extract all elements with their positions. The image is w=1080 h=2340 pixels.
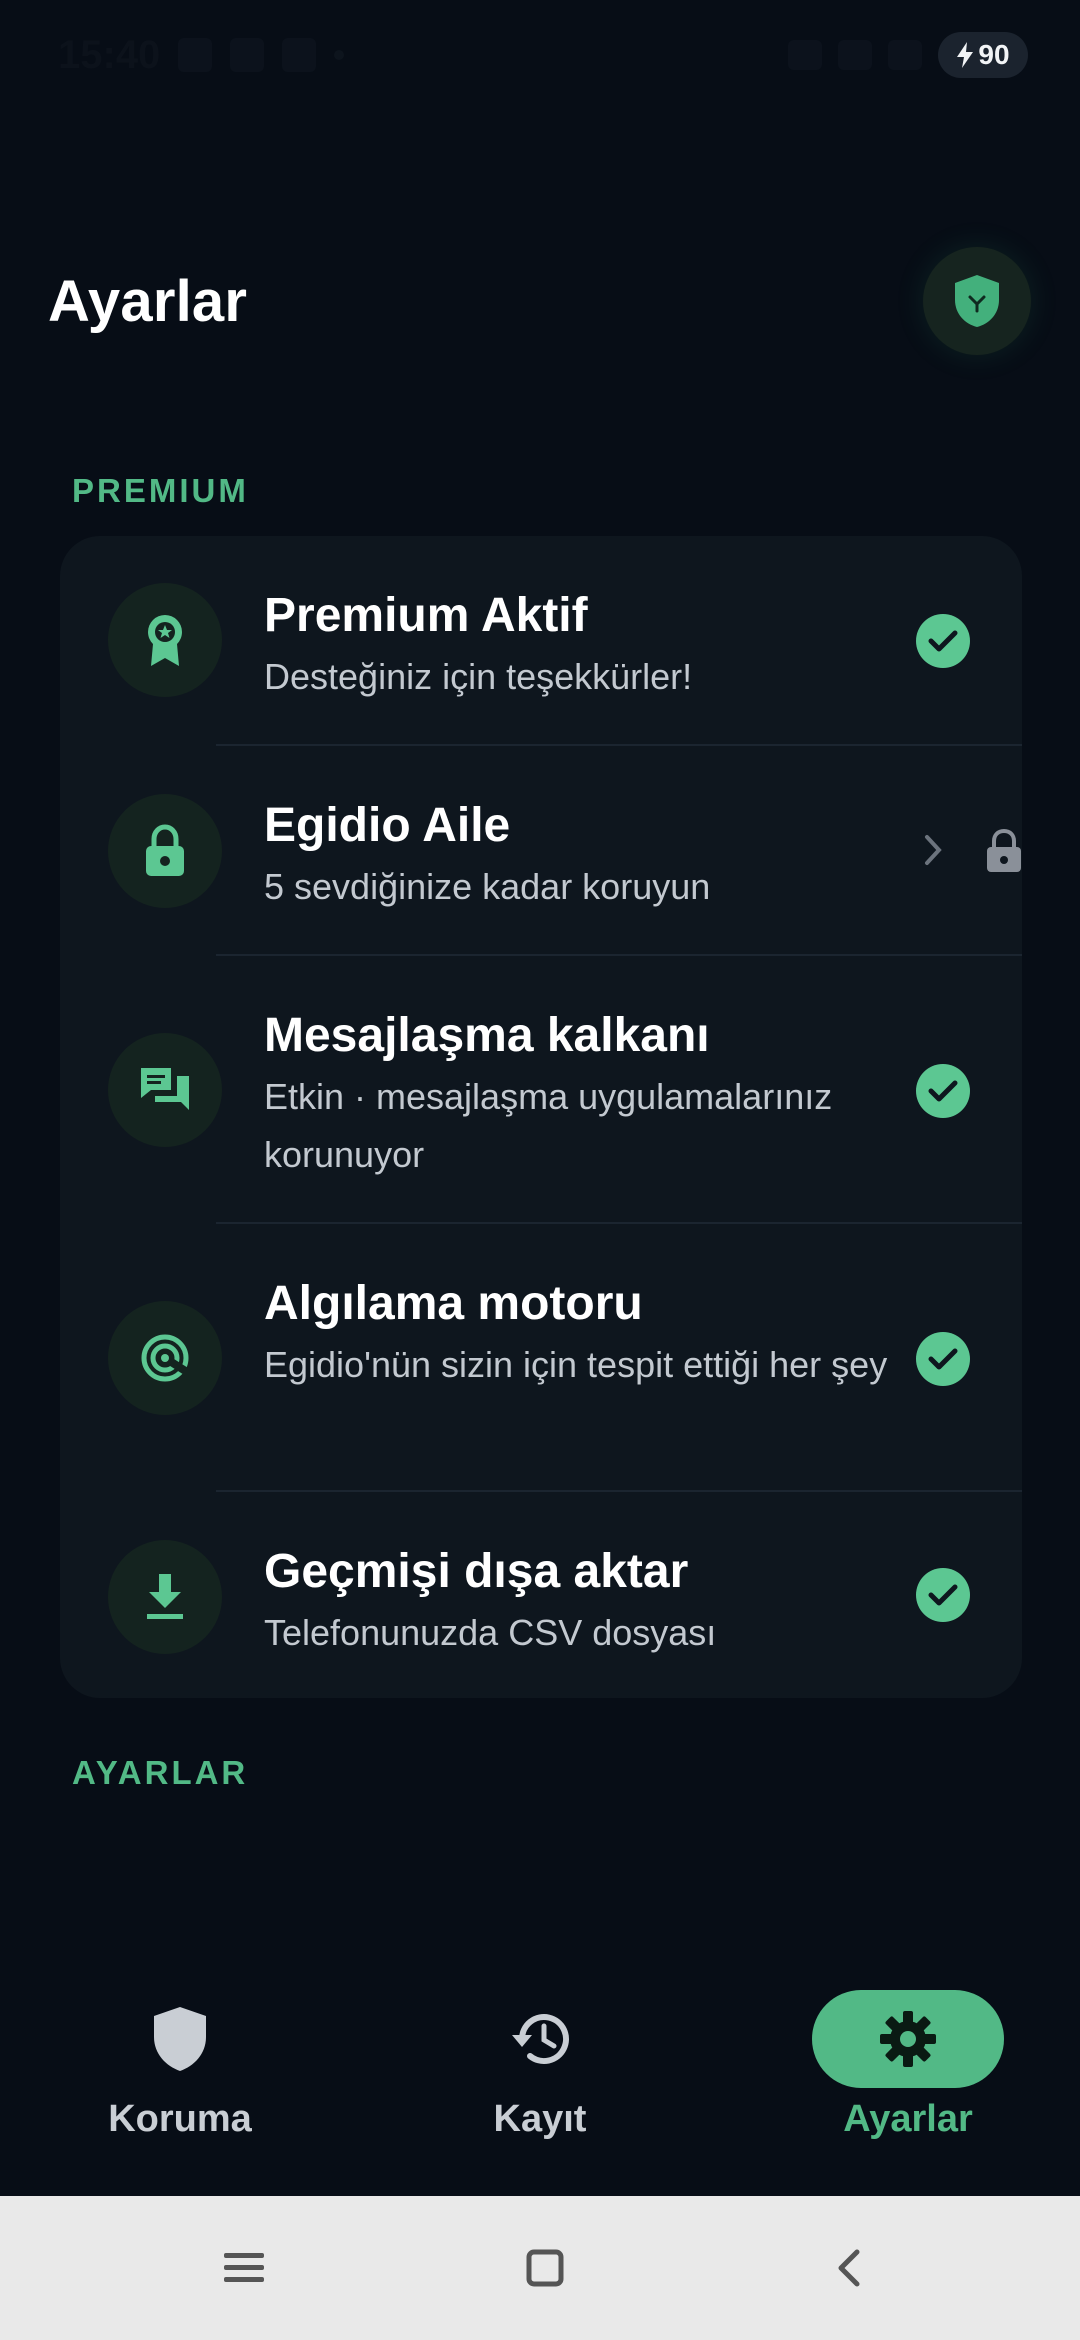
row-icon-circle (108, 1301, 222, 1415)
row-subtitle: Etkin · mesajlaşma uygulamalarınız korun… (264, 1076, 833, 1175)
nav-icon-wrap (84, 1990, 276, 2088)
list-item-export-history[interactable]: Geçmişi dışa aktar Telefonunuzda CSV dos… (60, 1492, 1022, 1698)
shield-logo-icon (955, 275, 999, 327)
row-subtitle: Desteğiniz için teşekkürler! (264, 656, 693, 697)
target-icon (141, 1334, 190, 1382)
status-bar: 15:40 90 (0, 0, 1080, 110)
section-label-settings: AYARLAR (72, 1754, 249, 1791)
battery-indicator: 90 (938, 32, 1028, 78)
page-title: Ayarlar (48, 269, 248, 334)
lock-icon (146, 824, 184, 876)
nav-label: Kayıt (493, 2098, 587, 2140)
premium-card: Premium Aktif Desteğiniz için teşekkürle… (60, 536, 1022, 1698)
nav-item-history[interactable]: Kayıt (360, 1960, 720, 2196)
row-icon-circle (108, 794, 222, 908)
headset-icon (788, 40, 822, 70)
check-icon (916, 614, 970, 668)
row-subtitle: Egidio'nün sizin için tespit ettiği her … (264, 1344, 888, 1385)
check-icon (916, 1568, 970, 1622)
row-icon-circle (108, 583, 222, 697)
list-item-egidio-family[interactable]: Egidio Aile 5 sevdiğinize kadar koruyun (60, 746, 1022, 956)
home-button[interactable] (515, 2238, 575, 2298)
row-icon-circle (108, 1033, 222, 1147)
history-icon (512, 2014, 569, 2065)
row-title: Geçmişi dışa aktar (264, 1545, 689, 1598)
download-icon (147, 1574, 183, 1619)
shield-icon (154, 2007, 206, 2071)
status-right: 90 (788, 32, 1028, 78)
list-item-detection-engine[interactable]: Algılama motoru Egidio'nün sizin için te… (60, 1224, 1022, 1492)
screenshot-icon (178, 38, 213, 72)
bottom-navigation: Koruma Kayıt Ayarlar (0, 1960, 1080, 2196)
dot-icon (334, 50, 345, 60)
nav-item-settings[interactable]: Ayarlar (728, 1960, 1080, 2196)
row-subtitle: 5 sevdiğinize kadar koruyun (264, 866, 711, 907)
check-icon (916, 1332, 970, 1386)
row-title: Premium Aktif (264, 589, 588, 642)
app-shield-button[interactable] (923, 247, 1031, 355)
row-subtitle: Telefonunuzda CSV dosyası (264, 1612, 717, 1653)
nav-label: Ayarlar (843, 2098, 973, 2140)
check-icon (916, 1064, 970, 1118)
wifi-icon (838, 40, 872, 70)
settings-screen: 15:40 90 Ayarlar PREMIUM Premium Aktif D… (0, 0, 1080, 2340)
gear-icon (880, 2011, 936, 2067)
chevron-right-icon (918, 830, 948, 870)
nav-item-protection[interactable]: Koruma (0, 1960, 360, 2196)
back-icon (838, 2249, 860, 2287)
list-item-messaging-shield[interactable]: Mesajlaşma kalkanı Etkin · mesajlaşma uy… (60, 956, 1022, 1224)
row-title: Mesajlaşma kalkanı (264, 1009, 710, 1062)
back-button[interactable] (818, 2238, 878, 2298)
nav-icon-wrap-active (812, 1990, 1004, 2088)
award-icon (148, 615, 182, 666)
recent-apps-button[interactable] (214, 2238, 274, 2298)
signal-icon (888, 40, 922, 70)
status-left: 15:40 (58, 32, 345, 78)
nav-label: Koruma (108, 2098, 252, 2140)
notification-icon (282, 38, 317, 72)
row-title: Egidio Aile (264, 799, 511, 852)
list-item-premium-active[interactable]: Premium Aktif Desteğiniz için teşekkürle… (60, 536, 1022, 746)
shield-status-icon (230, 38, 265, 72)
row-icon-circle (108, 1540, 222, 1654)
system-navigation-bar (0, 2196, 1080, 2340)
battery-level: 90 (978, 39, 1010, 70)
menu-icon (224, 2253, 264, 2282)
status-time: 15:40 (58, 32, 161, 77)
section-label-premium: PREMIUM (72, 472, 249, 509)
chat-icon (141, 1068, 189, 1110)
charging-icon (957, 42, 974, 68)
row-title: Algılama motoru (264, 1277, 643, 1330)
square-icon (526, 2249, 564, 2287)
nav-icon-wrap (444, 1990, 636, 2088)
locked-icon (984, 828, 1022, 874)
